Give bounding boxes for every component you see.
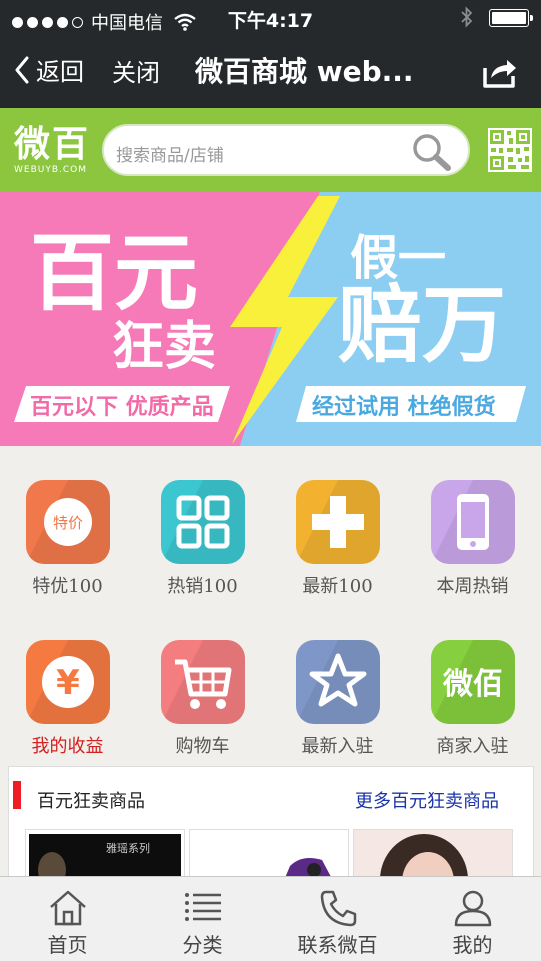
grid-item-new[interactable]: 最新100 xyxy=(270,480,405,598)
grid-item-earnings[interactable]: ¥ 我的收益 xyxy=(0,640,135,758)
promo-banner[interactable]: 百元 狂卖 百元以下 优质产品 假一 赔万 经过试用 杜绝假货 xyxy=(0,192,541,446)
grid-item-icon-text: 特价 xyxy=(52,514,82,532)
grid-item-label: 最新入驻 xyxy=(301,736,374,757)
search-input[interactable]: 搜索商品/店铺 xyxy=(116,141,224,166)
top-bar: 中国电信 下午4:17 返回 关闭 微百商城 web... xyxy=(0,0,541,108)
home-icon xyxy=(49,890,86,926)
product-section: 百元狂卖商品 更多百元狂卖商品 雅瑶系列 xyxy=(8,766,534,891)
grid-item-label: 特优100 xyxy=(32,576,103,597)
section-title: 百元狂卖商品 xyxy=(37,791,145,812)
phone-call-icon xyxy=(320,890,356,927)
logo-text: 微百 xyxy=(14,124,91,165)
battery-icon xyxy=(489,9,533,27)
tab-label: 联系微百 xyxy=(297,933,378,957)
grid-item-weekly[interactable]: 本周热销 xyxy=(405,480,540,598)
grid-item-label: 最新100 xyxy=(302,576,373,597)
nav-bar: 返回 关闭 微百商城 web... xyxy=(0,44,541,100)
banner-art: 百元 狂卖 百元以下 优质产品 假一 赔万 经过试用 杜绝假货 xyxy=(0,192,541,446)
header-bar: 微百 WEBUYB.COM 搜索商品/店铺 xyxy=(0,108,541,192)
tab-category[interactable]: 分类 xyxy=(135,877,270,961)
grid-item-label: 本周热销 xyxy=(436,576,509,597)
tab-profile[interactable]: 我的 xyxy=(405,877,540,961)
section-accent-bar xyxy=(13,781,21,809)
grid-item-label: 购物车 xyxy=(175,736,230,757)
logo[interactable]: 微百 WEBUYB.COM xyxy=(14,124,91,176)
grid-item-label: 商家入驻 xyxy=(436,736,509,757)
plus-icon xyxy=(295,480,380,564)
tab-contact[interactable]: 联系微百 xyxy=(270,877,405,961)
grid-item-merchant-join[interactable]: 微佰 商家入驻 xyxy=(405,640,540,758)
banner-left-tag: 百元以下 优质产品 xyxy=(30,394,214,420)
banner-left-title-2: 狂卖 xyxy=(112,317,216,377)
share-icon[interactable] xyxy=(479,52,519,92)
close-button[interactable]: 关闭 xyxy=(112,53,160,88)
tag-icon: 特价 xyxy=(25,480,110,564)
page-title: 微百商城 web... xyxy=(195,55,414,88)
grid-item-cart[interactable]: 购物车 xyxy=(135,640,270,758)
tab-label: 首页 xyxy=(47,933,88,957)
back-label: 返回 xyxy=(36,58,84,86)
product-thumbnail-caption: 雅瑶系列 xyxy=(106,841,150,855)
grid-item-icon-text: ¥ xyxy=(56,663,80,703)
qr-code-icon[interactable] xyxy=(488,128,532,172)
logo-subtext: WEBUYB.COM xyxy=(14,165,88,175)
tab-label: 我的 xyxy=(452,933,493,957)
grid-item-icon-text: 微佰 xyxy=(442,667,503,702)
search-box[interactable]: 搜索商品/店铺 xyxy=(102,124,470,176)
tab-home[interactable]: 首页 xyxy=(0,877,135,961)
phone-icon xyxy=(430,480,515,564)
grid-item-new-join[interactable]: 最新入驻 xyxy=(270,640,405,758)
banner-right-title-2: 赔万 xyxy=(338,276,506,374)
bottom-tab-bar: 首页 分类 联系微百 我的 xyxy=(0,876,541,961)
tab-label: 分类 xyxy=(182,933,223,957)
star-icon xyxy=(295,640,380,724)
grid-item-label: 我的收益 xyxy=(31,736,104,757)
chevron-left-icon xyxy=(15,56,29,83)
grid-item-special[interactable]: 特价 特优100 xyxy=(0,480,135,598)
yen-icon: ¥ xyxy=(25,640,110,724)
banner-right-tag: 经过试用 杜绝假货 xyxy=(312,394,496,420)
list-icon xyxy=(184,893,221,921)
merchant-icon: 微佰 xyxy=(430,640,515,724)
banner-left-title-1: 百元 xyxy=(30,224,198,322)
back-button[interactable]: 返回 xyxy=(14,52,84,87)
status-bar: 中国电信 下午4:17 xyxy=(0,0,541,36)
grid-item-hot[interactable]: 热销100 xyxy=(135,480,270,598)
category-grid: 特价 特优100 热销100 最新100 本周热销 ¥ 我的收益 购物车 最新入… xyxy=(0,446,541,766)
section-more-link[interactable]: 更多百元狂卖商品 xyxy=(355,787,499,813)
bluetooth-icon xyxy=(461,6,473,28)
cart-icon xyxy=(160,640,245,724)
grid-item-label: 热销100 xyxy=(167,576,238,597)
search-icon[interactable] xyxy=(410,132,452,172)
user-icon xyxy=(454,890,491,927)
grid-icon xyxy=(160,480,245,564)
